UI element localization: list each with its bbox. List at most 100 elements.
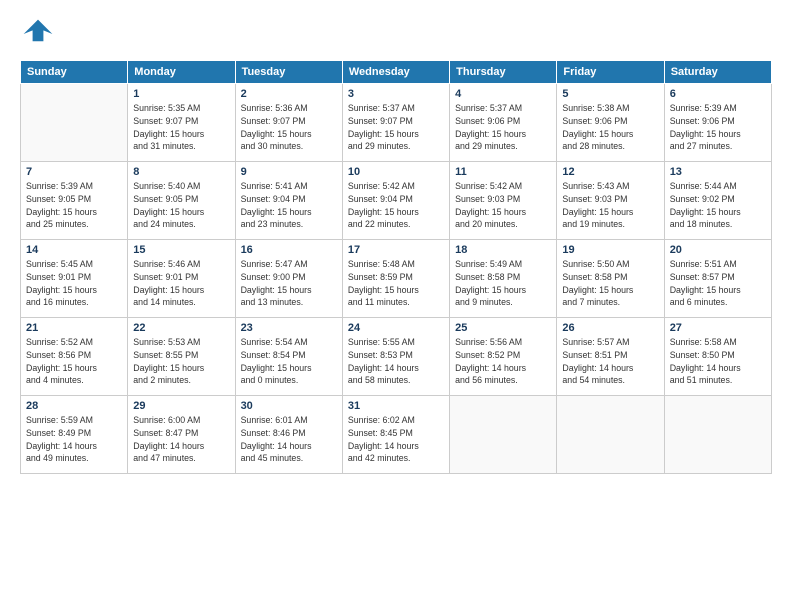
day-info: Sunrise: 5:46 AMSunset: 9:01 PMDaylight:… bbox=[133, 258, 229, 309]
calendar-cell bbox=[557, 396, 664, 474]
calendar-cell: 29 Sunrise: 6:00 AMSunset: 8:47 PMDayligh… bbox=[128, 396, 235, 474]
day-info: Sunrise: 5:58 AMSunset: 8:50 PMDaylight:… bbox=[670, 336, 766, 387]
day-info: Sunrise: 5:59 AMSunset: 8:49 PMDaylight:… bbox=[26, 414, 122, 465]
calendar-week-row: 21 Sunrise: 5:52 AMSunset: 8:56 PMDayligh… bbox=[21, 318, 772, 396]
calendar-cell: 1 Sunrise: 5:35 AMSunset: 9:07 PMDaylight… bbox=[128, 84, 235, 162]
day-number: 24 bbox=[348, 322, 444, 334]
day-number: 1 bbox=[133, 88, 229, 100]
day-info: Sunrise: 5:41 AMSunset: 9:04 PMDaylight:… bbox=[241, 180, 337, 231]
weekday-header: Monday bbox=[128, 61, 235, 84]
calendar-cell: 8Sunrise: 5:40 AMSunset: 9:05 PMDaylight… bbox=[128, 162, 235, 240]
day-info: Sunrise: 5:39 AMSunset: 9:05 PMDaylight:… bbox=[26, 180, 122, 231]
day-number: 22 bbox=[133, 322, 229, 334]
calendar-cell: 2Sunrise: 5:36 AMSunset: 9:07 PMDaylight… bbox=[235, 84, 342, 162]
day-info: Sunrise: 5:44 AMSunset: 9:02 PMDaylight:… bbox=[670, 180, 766, 231]
day-number: 5 bbox=[562, 88, 658, 100]
day-number: 10 bbox=[348, 166, 444, 178]
day-number: 11 bbox=[455, 166, 551, 178]
day-info: Sunrise: 5:52 AMSunset: 8:56 PMDaylight:… bbox=[26, 336, 122, 387]
calendar-cell: 25 Sunrise: 5:56 AMSunset: 8:52 PMDayligh… bbox=[450, 318, 557, 396]
calendar-cell: 7 Sunrise: 5:39 AMSunset: 9:05 PMDaylight… bbox=[21, 162, 128, 240]
weekday-header: Thursday bbox=[450, 61, 557, 84]
calendar-week-row: 1 Sunrise: 5:35 AMSunset: 9:07 PMDaylight… bbox=[21, 84, 772, 162]
day-number: 23 bbox=[241, 322, 337, 334]
day-number: 17 bbox=[348, 244, 444, 256]
day-info: Sunrise: 5:42 AMSunset: 9:04 PMDaylight:… bbox=[348, 180, 444, 231]
calendar-cell: 18 Sunrise: 5:49 AMSunset: 8:58 PMDayligh… bbox=[450, 240, 557, 318]
day-number: 31 bbox=[348, 400, 444, 412]
day-info: Sunrise: 5:56 AMSunset: 8:52 PMDaylight:… bbox=[455, 336, 551, 387]
calendar-cell: 28 Sunrise: 5:59 AMSunset: 8:49 PMDayligh… bbox=[21, 396, 128, 474]
calendar-cell: 19Sunrise: 5:50 AMSunset: 8:58 PMDayligh… bbox=[557, 240, 664, 318]
day-info: Sunrise: 5:48 AMSunset: 8:59 PMDaylight:… bbox=[348, 258, 444, 309]
day-number: 14 bbox=[26, 244, 122, 256]
calendar-week-row: 14Sunrise: 5:45 AMSunset: 9:01 PMDayligh… bbox=[21, 240, 772, 318]
day-number: 9 bbox=[241, 166, 337, 178]
calendar-cell: 10 Sunrise: 5:42 AMSunset: 9:04 PMDayligh… bbox=[342, 162, 449, 240]
calendar-cell bbox=[21, 84, 128, 162]
day-info: Sunrise: 5:37 AMSunset: 9:07 PMDaylight:… bbox=[348, 102, 444, 153]
calendar-cell: 21 Sunrise: 5:52 AMSunset: 8:56 PMDayligh… bbox=[21, 318, 128, 396]
day-info: Sunrise: 6:02 AMSunset: 8:45 PMDaylight:… bbox=[348, 414, 444, 465]
calendar-cell: 9 Sunrise: 5:41 AMSunset: 9:04 PMDaylight… bbox=[235, 162, 342, 240]
day-info: Sunrise: 5:51 AMSunset: 8:57 PMDaylight:… bbox=[670, 258, 766, 309]
day-info: Sunrise: 6:00 AMSunset: 8:47 PMDaylight:… bbox=[133, 414, 229, 465]
day-number: 29 bbox=[133, 400, 229, 412]
day-number: 12 bbox=[562, 166, 658, 178]
day-number: 30 bbox=[241, 400, 337, 412]
day-number: 18 bbox=[455, 244, 551, 256]
header bbox=[20, 16, 772, 52]
calendar-cell: 14Sunrise: 5:45 AMSunset: 9:01 PMDayligh… bbox=[21, 240, 128, 318]
day-info: Sunrise: 5:37 AMSunset: 9:06 PMDaylight:… bbox=[455, 102, 551, 153]
calendar-cell bbox=[450, 396, 557, 474]
day-info: Sunrise: 5:55 AMSunset: 8:53 PMDaylight:… bbox=[348, 336, 444, 387]
calendar-cell: 6 Sunrise: 5:39 AMSunset: 9:06 PMDaylight… bbox=[664, 84, 771, 162]
day-number: 19 bbox=[562, 244, 658, 256]
calendar-cell: 24 Sunrise: 5:55 AMSunset: 8:53 PMDayligh… bbox=[342, 318, 449, 396]
day-info: Sunrise: 5:35 AMSunset: 9:07 PMDaylight:… bbox=[133, 102, 229, 153]
day-number: 16 bbox=[241, 244, 337, 256]
day-number: 26 bbox=[562, 322, 658, 334]
day-number: 4 bbox=[455, 88, 551, 100]
day-number: 25 bbox=[455, 322, 551, 334]
calendar-cell bbox=[664, 396, 771, 474]
calendar-cell: 22 Sunrise: 5:53 AMSunset: 8:55 PMDayligh… bbox=[128, 318, 235, 396]
day-info: Sunrise: 5:54 AMSunset: 8:54 PMDaylight:… bbox=[241, 336, 337, 387]
calendar-table: SundayMondayTuesdayWednesdayThursdayFrid… bbox=[20, 60, 772, 474]
day-number: 28 bbox=[26, 400, 122, 412]
calendar-cell: 13 Sunrise: 5:44 AMSunset: 9:02 PMDayligh… bbox=[664, 162, 771, 240]
calendar-cell: 20Sunrise: 5:51 AMSunset: 8:57 PMDayligh… bbox=[664, 240, 771, 318]
day-info: Sunrise: 5:53 AMSunset: 8:55 PMDaylight:… bbox=[133, 336, 229, 387]
calendar-cell: 26Sunrise: 5:57 AMSunset: 8:51 PMDayligh… bbox=[557, 318, 664, 396]
calendar-cell: 16 Sunrise: 5:47 AMSunset: 9:00 PMDayligh… bbox=[235, 240, 342, 318]
calendar-week-row: 7 Sunrise: 5:39 AMSunset: 9:05 PMDaylight… bbox=[21, 162, 772, 240]
day-info: Sunrise: 5:49 AMSunset: 8:58 PMDaylight:… bbox=[455, 258, 551, 309]
day-number: 3 bbox=[348, 88, 444, 100]
day-number: 13 bbox=[670, 166, 766, 178]
day-info: Sunrise: 6:01 AMSunset: 8:46 PMDaylight:… bbox=[241, 414, 337, 465]
day-number: 15 bbox=[133, 244, 229, 256]
weekday-header: Tuesday bbox=[235, 61, 342, 84]
calendar-cell: 3 Sunrise: 5:37 AMSunset: 9:07 PMDaylight… bbox=[342, 84, 449, 162]
weekday-header: Wednesday bbox=[342, 61, 449, 84]
calendar-cell: 11 Sunrise: 5:42 AMSunset: 9:03 PMDayligh… bbox=[450, 162, 557, 240]
calendar-cell: 27 Sunrise: 5:58 AMSunset: 8:50 PMDayligh… bbox=[664, 318, 771, 396]
day-info: Sunrise: 5:42 AMSunset: 9:03 PMDaylight:… bbox=[455, 180, 551, 231]
calendar-cell: 12Sunrise: 5:43 AMSunset: 9:03 PMDayligh… bbox=[557, 162, 664, 240]
day-info: Sunrise: 5:36 AMSunset: 9:07 PMDaylight:… bbox=[241, 102, 337, 153]
logo-icon bbox=[20, 16, 56, 52]
calendar-cell: 15 Sunrise: 5:46 AMSunset: 9:01 PMDayligh… bbox=[128, 240, 235, 318]
calendar-cell: 31 Sunrise: 6:02 AMSunset: 8:45 PMDayligh… bbox=[342, 396, 449, 474]
calendar-cell: 23 Sunrise: 5:54 AMSunset: 8:54 PMDayligh… bbox=[235, 318, 342, 396]
calendar-cell: 30 Sunrise: 6:01 AMSunset: 8:46 PMDayligh… bbox=[235, 396, 342, 474]
weekday-header: Saturday bbox=[664, 61, 771, 84]
day-number: 8 bbox=[133, 166, 229, 178]
day-number: 21 bbox=[26, 322, 122, 334]
day-info: Sunrise: 5:47 AMSunset: 9:00 PMDaylight:… bbox=[241, 258, 337, 309]
day-number: 7 bbox=[26, 166, 122, 178]
day-number: 6 bbox=[670, 88, 766, 100]
day-info: Sunrise: 5:39 AMSunset: 9:06 PMDaylight:… bbox=[670, 102, 766, 153]
day-number: 27 bbox=[670, 322, 766, 334]
calendar-cell: 5Sunrise: 5:38 AMSunset: 9:06 PMDaylight… bbox=[557, 84, 664, 162]
calendar-cell: 4 Sunrise: 5:37 AMSunset: 9:06 PMDaylight… bbox=[450, 84, 557, 162]
